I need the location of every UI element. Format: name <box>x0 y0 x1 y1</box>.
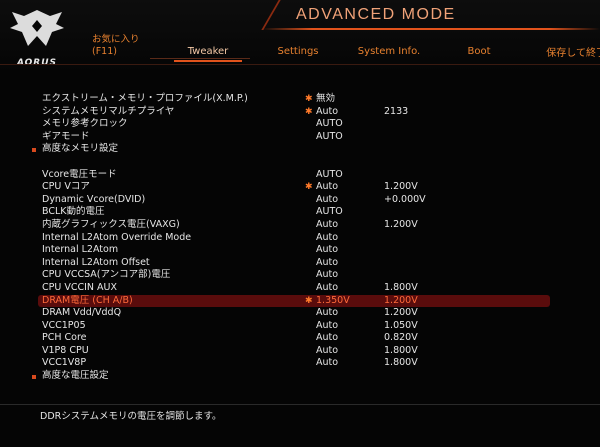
help-text: DDRシステムメモリの電圧を調節します。 <box>40 411 222 422</box>
setting-current-value: 1.200V <box>384 307 418 319</box>
setting-value[interactable]: AUTO <box>316 131 343 144</box>
setting-row[interactable]: Internal L2Atom Override Mode Auto <box>38 232 550 245</box>
setting-row[interactable]: VCC1V8P Auto 1.800V <box>38 357 550 370</box>
setting-label: エクストリーム・メモリ・プロファイル(X.M.P.) <box>42 93 248 104</box>
modified-star-icon: ✱ <box>305 94 313 104</box>
title-underline <box>262 28 600 30</box>
setting-label: 内蔵グラフィックス電圧(VAXG) <box>42 218 180 230</box>
setting-label: 高度なメモリ設定 <box>42 143 119 155</box>
setting-label: CPU Vコア <box>42 181 90 193</box>
submenu-bullet-icon <box>32 375 36 380</box>
setting-row[interactable]: Dynamic Vcore(DVID) Auto +0.000V <box>38 194 550 207</box>
setting-value[interactable]: Auto <box>316 232 338 245</box>
setting-row[interactable]: Vcore電圧モード AUTO <box>38 169 550 182</box>
setting-label: DRAM Vdd/VddQ <box>42 307 122 319</box>
title-decoration <box>241 0 281 30</box>
setting-value[interactable]: Auto <box>316 257 338 270</box>
setting-value[interactable]: Auto <box>316 244 338 257</box>
setting-row[interactable]: CPU Vコア ✱ Auto 1.200V <box>38 181 550 194</box>
setting-value[interactable]: 無効 <box>316 93 335 106</box>
setting-value[interactable]: AUTO <box>316 118 343 131</box>
mode-title: ADVANCED MODE <box>296 6 456 23</box>
tab-bar: Tweaker Settings System Info. Boot <box>0 44 600 64</box>
setting-current-value: 1.800V <box>384 344 418 356</box>
setting-label: BCLK動的電圧 <box>42 206 105 218</box>
setting-value[interactable]: Auto <box>316 282 338 295</box>
setting-current-value: 1.200V <box>384 218 418 230</box>
setting-label: V1P8 CPU <box>42 344 89 356</box>
tab-settings[interactable]: Settings <box>258 44 338 62</box>
setting-row[interactable]: V1P8 CPU Auto 1.800V <box>38 345 550 358</box>
setting-value[interactable]: AUTO <box>316 206 343 219</box>
setting-label: VCC1P05 <box>42 319 86 331</box>
setting-value[interactable]: Auto <box>316 106 338 119</box>
setting-current-value: 1.050V <box>384 319 418 331</box>
modified-star-icon: ✱ <box>305 295 313 306</box>
modified-star-icon: ✱ <box>305 106 313 117</box>
submenu-item[interactable]: 高度なメモリ設定 <box>32 143 550 156</box>
setting-label: CPU VCCIN AUX <box>42 281 117 293</box>
tab-system-info[interactable]: System Info. <box>346 44 432 62</box>
setting-label: Internal L2Atom <box>42 244 119 256</box>
setting-label: Internal L2Atom Override Mode <box>42 231 192 243</box>
setting-row[interactable]: CPU VCCIN AUX Auto 1.800V <box>38 282 550 295</box>
tab-boot[interactable]: Boot <box>442 44 516 62</box>
setting-current-value: 1.800V <box>384 281 418 293</box>
setting-row[interactable]: PCH Core Auto 0.820V <box>38 332 550 345</box>
tab-tweaker[interactable]: Tweaker <box>168 44 248 62</box>
setting-row[interactable]: エクストリーム・メモリ・プロファイル(X.M.P.) ✱ 無効 <box>38 93 550 106</box>
setting-row[interactable]: DRAM電圧 (CH A/B) ✱ 1.350V 1.200V <box>38 294 550 308</box>
setting-label: VCC1V8P <box>42 357 87 369</box>
setting-row[interactable]: Internal L2Atom Auto <box>38 244 550 257</box>
settings-list: エクストリーム・メモリ・プロファイル(X.M.P.) ✱ 無効 システムメモリマルチプ… <box>32 93 550 383</box>
setting-current-value: 0.820V <box>384 332 418 344</box>
setting-current-value: 1.200V <box>384 294 418 306</box>
setting-value[interactable]: Auto <box>316 357 338 370</box>
header-divider <box>0 64 600 65</box>
top-bar: AORUS ADVANCED MODE お気に入り (F11) Tweaker … <box>0 0 600 72</box>
setting-row[interactable]: DRAM Vdd/VddQ Auto 1.200V <box>38 307 550 320</box>
setting-row[interactable]: Internal L2Atom Offset Auto <box>38 257 550 270</box>
status-divider <box>0 404 600 405</box>
setting-row[interactable]: CPU VCCSA(アンコア部)電圧 Auto <box>38 269 550 282</box>
setting-value[interactable]: Auto <box>316 219 338 232</box>
setting-value[interactable]: AUTO <box>316 169 343 182</box>
setting-label: DRAM電圧 (CH A/B) <box>42 294 133 306</box>
setting-row[interactable]: メモリ参考クロック AUTO <box>38 118 550 131</box>
setting-row[interactable]: BCLK動的電圧 AUTO <box>38 206 550 219</box>
setting-current-value: +0.000V <box>384 193 426 205</box>
submenu-item[interactable]: 高度な電圧設定 <box>32 370 550 383</box>
setting-label: メモリ参考クロック <box>42 118 128 130</box>
setting-row[interactable]: VCC1P05 Auto 1.050V <box>38 320 550 333</box>
setting-label: Dynamic Vcore(DVID) <box>42 193 146 205</box>
setting-value[interactable]: Auto <box>316 345 338 358</box>
save-exit-button[interactable]: 保存して終了 <box>546 44 600 59</box>
setting-current-value: 1.200V <box>384 181 418 193</box>
setting-current-value: 2133 <box>384 105 409 117</box>
setting-label: ギアモード <box>42 130 90 142</box>
modified-star-icon: ✱ <box>305 182 313 193</box>
setting-label: 高度な電圧設定 <box>42 370 109 382</box>
setting-label: CPU VCCSA(アンコア部)電圧 <box>42 269 171 281</box>
setting-row[interactable]: システムメモリマルチプライヤ ✱ Auto 2133 <box>38 106 550 119</box>
setting-row[interactable]: ギアモード AUTO <box>38 131 550 144</box>
setting-value[interactable]: Auto <box>316 194 338 207</box>
setting-label: システムメモリマルチプライヤ <box>42 105 175 117</box>
setting-row[interactable]: 内蔵グラフィックス電圧(VAXG) Auto 1.200V <box>38 219 550 232</box>
setting-label: Vcore電圧モード <box>42 168 117 180</box>
setting-label: PCH Core <box>42 332 87 344</box>
setting-value[interactable]: 1.350V <box>316 295 350 308</box>
setting-value[interactable]: Auto <box>316 181 338 194</box>
submenu-bullet-icon <box>32 148 36 153</box>
setting-value[interactable]: Auto <box>316 320 338 333</box>
setting-value[interactable]: Auto <box>316 269 338 282</box>
setting-current-value: 1.800V <box>384 357 418 369</box>
setting-label: Internal L2Atom Offset <box>42 256 150 268</box>
setting-value[interactable]: Auto <box>316 332 338 345</box>
setting-value[interactable]: Auto <box>316 307 338 320</box>
